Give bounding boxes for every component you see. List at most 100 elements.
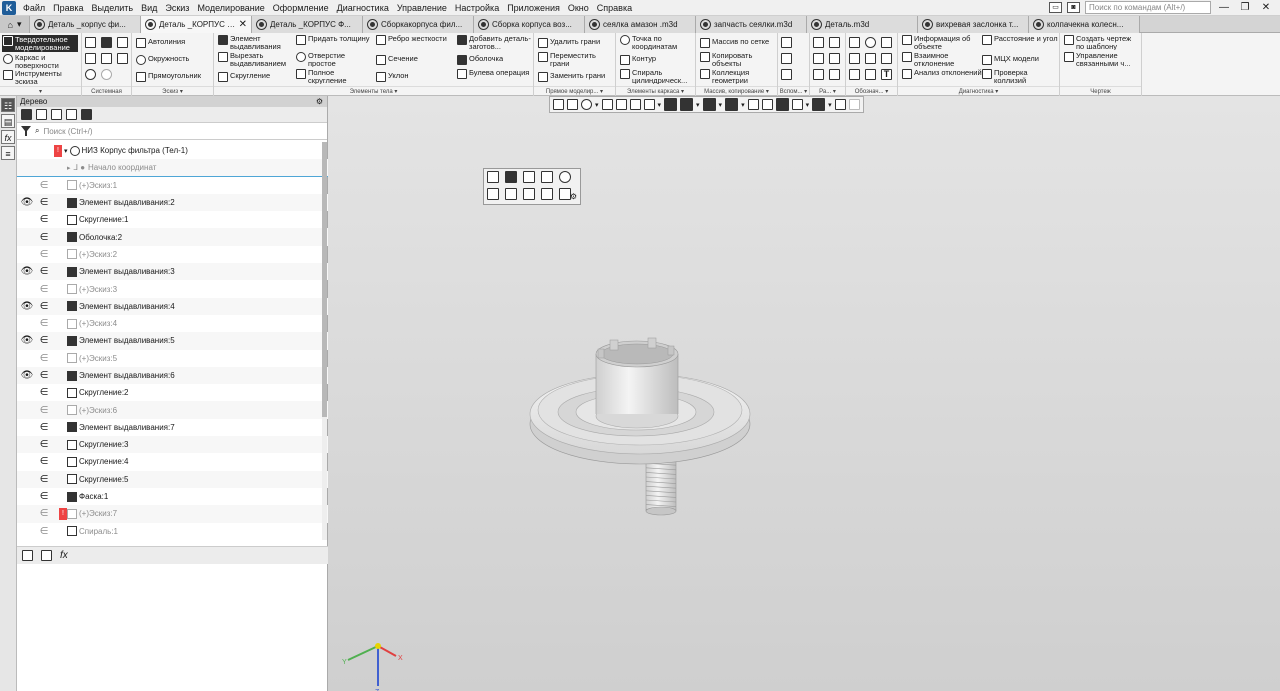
autoline-button[interactable]: Автолиния: [136, 38, 185, 48]
tree-item[interactable]: 👁 ∈ Элемент выдавливания:5: [17, 332, 328, 350]
leader-icon[interactable]: [881, 37, 892, 48]
thicken-button[interactable]: Придать толщину: [296, 35, 372, 45]
tree-item[interactable]: 👁 ∈ Элемент выдавливания:6: [17, 366, 328, 385]
layers-panel-icon[interactable]: ≡: [1, 146, 15, 160]
document-tab[interactable]: запчасть сеялки.m3d: [696, 16, 807, 33]
object-icon[interactable]: [813, 69, 824, 80]
rotate-icon[interactable]: [615, 99, 627, 110]
object-info-button[interactable]: Информация об объекте: [902, 35, 982, 50]
hidden-lines-icon[interactable]: [541, 171, 553, 183]
shading-icon[interactable]: [775, 98, 789, 111]
tree-item[interactable]: 👁 ∈ Элемент выдавливания:3: [17, 263, 328, 281]
replace-faces-button[interactable]: Заменить грани: [538, 72, 605, 82]
tree-item[interactable]: ∈ (+)Эскиз:4: [17, 315, 328, 332]
pencil-icon[interactable]: [848, 99, 860, 110]
rib-button[interactable]: Ребро жесткости: [376, 35, 452, 45]
menu-item[interactable]: Моделирование: [193, 0, 268, 16]
close-button[interactable]: ✕: [1258, 1, 1274, 14]
grid-array-button[interactable]: Массив по сетке: [700, 38, 769, 48]
line-icon[interactable]: [781, 69, 792, 80]
tree-expand-icon[interactable]: [66, 109, 77, 120]
menu-item[interactable]: Справка: [593, 0, 636, 16]
bound-icon[interactable]: [829, 69, 840, 80]
expand-arrow-icon[interactable]: ▸: [67, 164, 71, 172]
fillet-button[interactable]: Скругление: [218, 72, 270, 82]
layers-view-icon[interactable]: [791, 99, 803, 110]
tree-root-row[interactable]: ! ▾ НИЗ Корпус фильтра (Тел-1): [17, 142, 328, 159]
layout-icon[interactable]: [813, 37, 824, 48]
tree-item[interactable]: ∈ Скругление:3: [17, 436, 328, 454]
collision-check-button[interactable]: Проверка коллизий: [982, 69, 1058, 84]
menu-item[interactable]: Эскиз: [161, 0, 193, 16]
display-mode-icon[interactable]: [680, 98, 694, 111]
tree-item[interactable]: ∈ Скругление:1: [17, 211, 328, 228]
new-file-icon[interactable]: [85, 37, 96, 48]
tree-origin-row[interactable]: ▸ ⅃ ● Начало координат: [17, 159, 328, 177]
create-drawing-button[interactable]: Создать чертеж по шаблону: [1064, 35, 1140, 50]
document-tab[interactable]: колпачекна колесн...: [1029, 16, 1140, 33]
document-tab[interactable]: вихревая заслонка т...: [918, 16, 1029, 33]
close-icon[interactable]: ✕: [239, 19, 247, 30]
zoom-fit-icon[interactable]: [559, 171, 571, 183]
sheet-icon[interactable]: [829, 53, 840, 64]
wire-view-icon[interactable]: [523, 171, 535, 183]
preview-icon[interactable]: [101, 53, 112, 64]
document-tab[interactable]: Деталь _КОРПУС Ф...: [252, 16, 363, 33]
shell-button[interactable]: Оболочка: [457, 55, 503, 65]
section-view-icon[interactable]: [541, 187, 553, 200]
tree-item[interactable]: ∈ Фаска:1: [17, 488, 328, 505]
roughness-icon[interactable]: [865, 37, 876, 48]
tree-search-input[interactable]: Поиск (Ctrl+/): [43, 127, 92, 136]
restore-button[interactable]: ❐: [1237, 1, 1253, 14]
mode-wireframe[interactable]: Каркас и поверхности: [2, 53, 78, 70]
table-icon[interactable]: [829, 37, 840, 48]
simple-hole-button[interactable]: Отверстие простое: [296, 52, 372, 67]
tree-scrollbar-thumb[interactable]: [322, 142, 327, 417]
boolean-button[interactable]: Булева операция: [457, 69, 533, 79]
pan-icon[interactable]: [601, 99, 613, 110]
tree-item[interactable]: ∈ (+)Эскиз:1: [17, 177, 328, 194]
front-view-icon[interactable]: [487, 187, 499, 200]
tree-item[interactable]: 👁 ∈ Элемент выдавливания:2: [17, 193, 328, 212]
table-tab-icon[interactable]: [41, 550, 52, 561]
document-tab[interactable]: Сборка корпуса воз...: [474, 16, 585, 33]
document-tab[interactable]: Деталь _КОРПУС Ф... ✕: [141, 16, 252, 33]
tree-item[interactable]: 👁 ∈ Элемент выдавливания:4: [17, 297, 328, 315]
camera-icon[interactable]: ◙: [1067, 2, 1080, 13]
model-viewport[interactable]: ▾ ▾ ▾ ▾ ▾ ▾ ▾ ⚙ X Y: [328, 96, 1280, 691]
mode-sketch-tools[interactable]: Инструменты эскиза: [2, 69, 78, 86]
orientation-cube-icon[interactable]: [664, 98, 678, 111]
section-view-icon[interactable]: [761, 99, 773, 110]
text-icon[interactable]: T: [881, 69, 892, 80]
tree-item[interactable]: ∈ Элемент выдавливания:7: [17, 419, 328, 436]
undo-icon[interactable]: [85, 69, 96, 80]
show-icon[interactable]: [725, 98, 739, 111]
tree-scrollbar[interactable]: [322, 142, 327, 540]
tree-item[interactable]: ∈! (+)Эскиз:7: [17, 505, 328, 523]
mass-properties-button[interactable]: МЦХ модели: [982, 55, 1039, 65]
menu-item[interactable]: Оформление: [269, 0, 333, 16]
dimension-icon[interactable]: [849, 53, 860, 64]
full-fillet-button[interactable]: Полное скругление: [296, 69, 372, 84]
top-view-icon[interactable]: [505, 187, 517, 200]
print-icon[interactable]: [85, 53, 96, 64]
tree-item[interactable]: ∈ (+)Эскиз:6: [17, 401, 328, 419]
eye-icon[interactable]: 👁: [17, 197, 37, 208]
eye-icon[interactable]: 👁: [17, 301, 37, 312]
save-icon[interactable]: [117, 37, 128, 48]
document-tab[interactable]: сеялка амазон .m3d: [585, 16, 696, 33]
plane-icon[interactable]: [781, 37, 792, 48]
open-file-icon[interactable]: [101, 37, 112, 48]
distance-angle-button[interactable]: Расстояние и угол: [982, 35, 1058, 45]
circle-button[interactable]: Окружность: [136, 55, 189, 65]
menu-item[interactable]: Диагностика: [333, 0, 393, 16]
extrude-button[interactable]: Элемент выдавливания: [218, 35, 294, 50]
mode-solid-modeling[interactable]: Твердотельное моделирование: [2, 35, 78, 52]
orbit-icon[interactable]: [629, 99, 641, 110]
point-by-coords-button[interactable]: Точка по координатам: [620, 35, 694, 50]
menu-item[interactable]: Окно: [564, 0, 593, 16]
copy-objects-button[interactable]: Копировать объекты: [700, 52, 776, 67]
menu-item[interactable]: Приложения: [503, 0, 564, 16]
tree-item[interactable]: ∈ Скругление:4: [17, 453, 328, 470]
local-cs-icon[interactable]: [567, 99, 578, 110]
